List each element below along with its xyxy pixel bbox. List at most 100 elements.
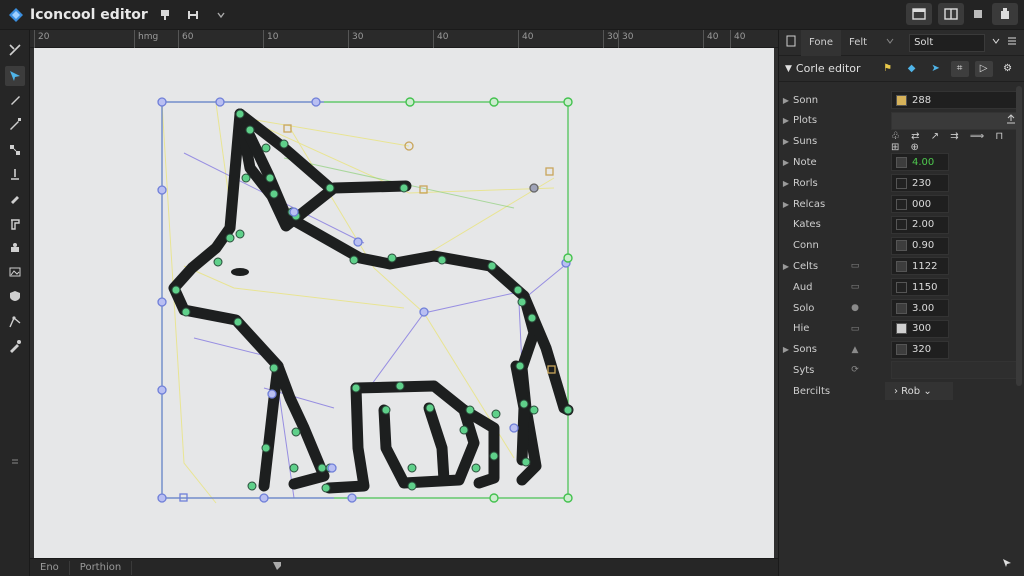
expand-caret-icon[interactable]: ▶: [779, 96, 793, 105]
select-chevron-icon[interactable]: [991, 36, 1001, 49]
share-button[interactable]: [992, 3, 1018, 25]
property-value-field[interactable]: 1150: [891, 278, 949, 297]
upload-icon[interactable]: [1006, 114, 1016, 127]
property-row[interactable]: ▶ Plots: [779, 111, 1017, 131]
color-swatch[interactable]: [896, 281, 907, 293]
play-icon[interactable]: ▷: [974, 60, 993, 77]
arrow-icon[interactable]: ➤: [927, 61, 945, 77]
property-row[interactable]: ▶ Sonn 288: [779, 90, 1017, 110]
node-tool-icon[interactable]: [5, 66, 25, 86]
blend-dropdown[interactable]: › Rob ⌄: [885, 382, 953, 401]
shield-tool-icon[interactable]: [5, 286, 25, 306]
color-swatch[interactable]: [896, 302, 907, 314]
eyedropper-tool-icon[interactable]: [5, 336, 25, 356]
color-swatch[interactable]: [896, 156, 907, 168]
panel-scrollbar[interactable]: [1016, 86, 1022, 386]
brush-tool-icon[interactable]: [5, 188, 25, 208]
section-header[interactable]: ▼ Corle editor ⚑ ◆ ➤ ⌗ ▷ ⚙: [779, 56, 1024, 82]
dog-icon-drawing[interactable]: [34, 48, 774, 558]
color-swatch[interactable]: [896, 94, 907, 106]
collapse-caret-icon[interactable]: ▼: [785, 64, 792, 74]
color-swatch[interactable]: [896, 198, 907, 210]
minimize-icon[interactable]: [970, 3, 986, 25]
color-swatch[interactable]: [896, 240, 907, 252]
color-swatch[interactable]: [896, 344, 907, 356]
select-tool-icon[interactable]: [5, 40, 25, 60]
selection-bounding-box[interactable]: [161, 101, 569, 499]
property-row[interactable]: Bercilts › Rob ⌄: [779, 381, 1011, 401]
property-mode-icon[interactable]: ⟳: [845, 365, 865, 375]
property-value-field[interactable]: 0.90: [891, 236, 949, 255]
property-row[interactable]: ▶ Celts ▭ 1122: [779, 256, 1011, 276]
chevron-down-icon[interactable]: [210, 5, 232, 25]
expand-caret-icon[interactable]: ▶: [779, 137, 793, 146]
property-row[interactable]: ▶ Suns ♧ ⇄ ↗ ⇉ ⟹ ⊓ ⊞ ⊕: [779, 131, 1011, 153]
property-mode-icon[interactable]: ▭: [845, 282, 865, 292]
expand-caret-icon[interactable]: ▶: [779, 200, 793, 209]
split-view-button[interactable]: [938, 3, 964, 25]
property-row[interactable]: ▶ Note 4.00: [779, 152, 1011, 172]
property-mode-icon[interactable]: ▲: [845, 345, 865, 355]
expand-caret-icon[interactable]: ▶: [779, 179, 793, 188]
expand-caret-icon[interactable]: ▶: [779, 345, 793, 354]
flag-icon[interactable]: ⚑: [879, 61, 897, 77]
property-value-field[interactable]: 320: [891, 340, 949, 359]
property-mode-icon[interactable]: ▭: [845, 324, 865, 334]
property-value: 3.00: [912, 302, 935, 314]
expand-caret-icon[interactable]: ▶: [779, 262, 793, 271]
anchor-nodes-blue[interactable]: [157, 97, 571, 503]
color-swatch[interactable]: [896, 323, 907, 335]
property-mode-icon[interactable]: ▭: [845, 261, 865, 271]
color-swatch[interactable]: [896, 177, 907, 189]
align-tool-icon[interactable]: [5, 164, 25, 184]
property-row[interactable]: ▶ Sons ▲ 320: [779, 340, 1011, 360]
property-label: Conn: [793, 240, 819, 252]
pen-tool-icon[interactable]: [5, 90, 25, 110]
canvas-area[interactable]: [30, 48, 778, 558]
property-row[interactable]: Kates 2.00: [779, 215, 1011, 235]
menu-icon[interactable]: [1007, 36, 1017, 49]
color-swatch[interactable]: [896, 219, 907, 231]
paint-bucket-icon[interactable]: [5, 238, 25, 258]
settings-icon[interactable]: ⚙: [999, 61, 1017, 77]
property-row[interactable]: ▶ Rorls 230: [779, 173, 1011, 193]
property-value-field[interactable]: 300: [891, 319, 949, 338]
panel-select[interactable]: Solt: [909, 33, 986, 52]
pin-icon[interactable]: [154, 5, 176, 25]
property-value-field[interactable]: 000: [891, 195, 949, 213]
property-row[interactable]: Aud ▭ 1150: [779, 277, 1011, 297]
warp-tool-icon[interactable]: [5, 312, 25, 332]
property-value-field[interactable]: 3.00: [891, 299, 949, 317]
chevron-down-icon[interactable]: [885, 36, 895, 49]
property-value-field[interactable]: 4.00: [891, 153, 949, 172]
shape-tool-icon[interactable]: [5, 214, 25, 234]
property-value-field[interactable]: 230: [891, 174, 949, 193]
dog-outline[interactable]: [168, 108, 574, 494]
property-mode-icon[interactable]: ●: [845, 303, 865, 313]
property-row[interactable]: Conn 0.90: [779, 236, 1011, 256]
node-type-icon[interactable]: ◆: [903, 61, 921, 77]
layout-button[interactable]: [906, 3, 932, 25]
expand-caret-icon[interactable]: ▶: [779, 158, 793, 167]
property-value-field[interactable]: 2.00: [891, 215, 949, 234]
transform-tool-icon[interactable]: [5, 140, 25, 160]
tab-felt[interactable]: Felt: [841, 30, 875, 56]
property-field[interactable]: [891, 361, 1017, 380]
tab-fone[interactable]: Fone: [801, 29, 842, 56]
property-value-field[interactable]: 288: [891, 91, 1017, 109]
path-ops-icons[interactable]: ♧ ⇄ ↗ ⇉ ⟹ ⊓ ⊞ ⊕: [891, 131, 1011, 153]
hash-icon[interactable]: [182, 5, 204, 25]
property-field[interactable]: [891, 111, 1017, 130]
expand-caret-icon[interactable]: ▶: [779, 116, 793, 125]
property-value-field[interactable]: 1122: [891, 257, 949, 276]
color-swatch[interactable]: [896, 260, 907, 272]
property-row[interactable]: ▶ Relcas 000: [779, 194, 1011, 214]
property-row[interactable]: Solo ● 3.00: [779, 298, 1011, 318]
crop-icon[interactable]: ⌗: [950, 60, 969, 77]
image-tool-icon[interactable]: [5, 262, 25, 282]
magnet-icon[interactable]: [272, 561, 282, 574]
property-row[interactable]: Syts ⟳: [779, 360, 1017, 380]
pencil-tool-icon[interactable]: [5, 114, 25, 134]
artboard[interactable]: [34, 48, 774, 558]
property-row[interactable]: Hie ▭ 300: [779, 319, 1011, 339]
